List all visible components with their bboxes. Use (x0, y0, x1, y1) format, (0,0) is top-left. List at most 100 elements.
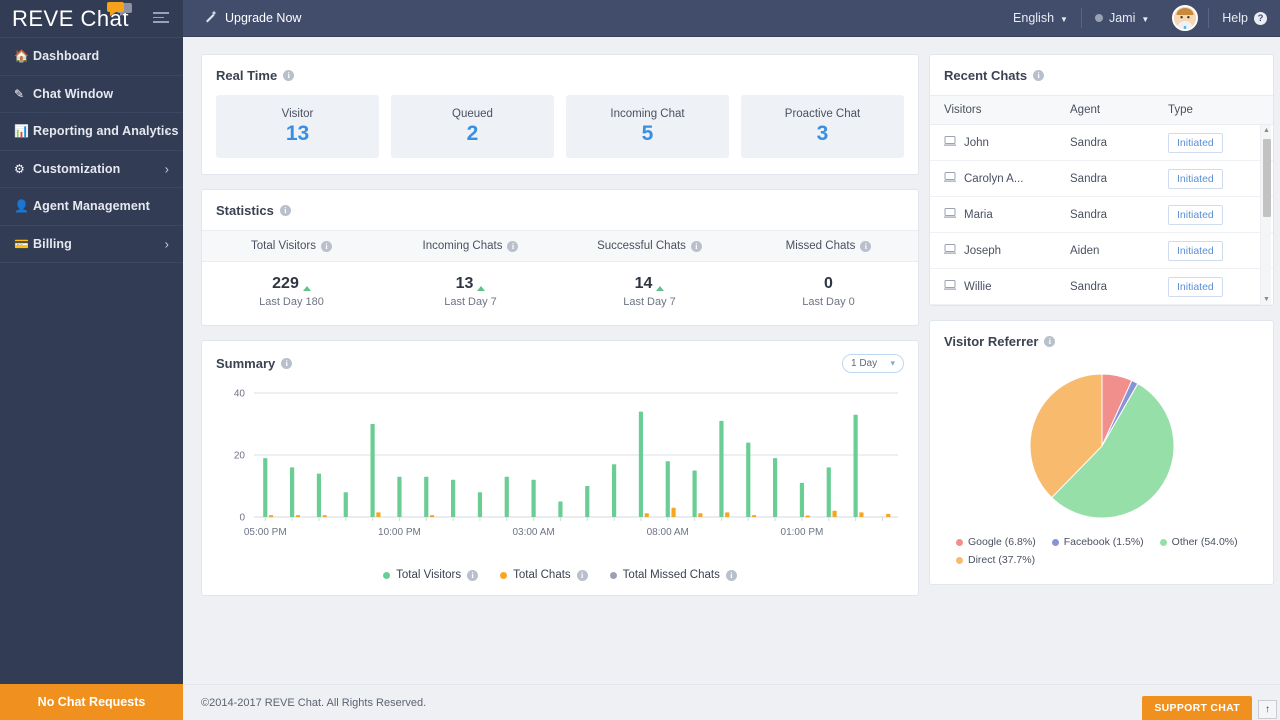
sidebar-item-customization[interactable]: ⚙ Customization › (0, 151, 183, 189)
table-row[interactable]: Willie Sandra Initiated (930, 269, 1273, 305)
legend-total-visitors[interactable]: Total Visitors i (383, 569, 478, 581)
language-label: English (1013, 11, 1054, 25)
recent-chats-title: Recent Chats i (930, 55, 1273, 95)
table-row[interactable]: Maria Sandra Initiated (930, 197, 1273, 233)
sidebar-item-chat-window[interactable]: ✎ Chat Window (0, 76, 183, 114)
info-icon[interactable]: i (726, 570, 737, 581)
table-row[interactable]: John Sandra Initiated (930, 125, 1273, 161)
avatar-button[interactable] (1162, 5, 1208, 31)
legend-label: Other (54.0%) (1172, 536, 1238, 548)
sidebar-item-billing[interactable]: 💳 Billing › (0, 226, 183, 264)
tile-label: Proactive Chat (785, 108, 860, 120)
table-row[interactable]: Joseph Aiden Initiated (930, 233, 1273, 269)
table-row[interactable]: Carolyn A... Sandra Initiated (930, 161, 1273, 197)
info-icon[interactable]: i (1044, 336, 1055, 347)
info-icon[interactable]: i (577, 570, 588, 581)
legend-label: Facebook (1.5%) (1064, 536, 1144, 548)
summary-header: Summary i 1 Day ▾ (202, 341, 918, 377)
scrollbar-thumb[interactable] (1263, 139, 1271, 217)
user-icon: 👤 (14, 199, 33, 213)
type-cell: Initiated (1168, 241, 1258, 261)
svg-text:20: 20 (234, 451, 246, 462)
credit-card-icon: 💳 (14, 237, 33, 251)
column-label: Incoming Chats (423, 240, 503, 252)
user-name-label: Jami (1109, 11, 1135, 25)
info-icon[interactable]: i (280, 205, 291, 216)
status-badge[interactable]: Initiated (1168, 169, 1223, 189)
agent-name: Sandra (1070, 209, 1168, 221)
info-icon[interactable]: i (281, 358, 292, 369)
visitor-name: Maria (964, 209, 993, 221)
sidebar-item-agent-management[interactable]: 👤 Agent Management (0, 188, 183, 226)
status-badge[interactable]: Initiated (1168, 205, 1223, 225)
sparkle-icon (205, 10, 218, 26)
real-time-tiles: Visitor 13 Queued 2 Incoming Chat 5 Pr (202, 95, 918, 174)
right-column: Recent Chats i Visitors Agent Type (929, 54, 1274, 610)
brand-logo[interactable]: REVE Chat (0, 0, 183, 37)
desktop-icon (944, 280, 956, 293)
legend-direct[interactable]: Direct (37.7%) (956, 554, 1035, 566)
legend-google[interactable]: Google (6.8%) (956, 536, 1036, 548)
info-icon[interactable]: i (467, 570, 478, 581)
real-time-card: Real Time i Visitor 13 Queued 2 (201, 54, 919, 175)
help-button[interactable]: Help ? (1209, 0, 1280, 37)
chevron-right-icon: › (165, 161, 169, 176)
visitor-cell: Willie (930, 280, 1070, 293)
statistics-col-total-visitors: Total Visitors i (202, 231, 381, 261)
legend-total-chats[interactable]: Total Chats i (500, 569, 588, 581)
no-chat-requests-status[interactable]: No Chat Requests (0, 684, 183, 720)
sidebar-item-reporting-and-analytics[interactable]: 📊 Reporting and Analytics › (0, 113, 183, 151)
info-icon[interactable]: i (283, 70, 294, 81)
info-icon[interactable]: i (321, 241, 332, 252)
language-selector[interactable]: English ▼ (1000, 0, 1081, 37)
info-icon[interactable]: i (1033, 70, 1044, 81)
arrow-up-icon[interactable]: ↑ (1258, 700, 1277, 719)
legend-color-dot (500, 572, 507, 579)
recent-chats-scrollbar[interactable]: ▲ ▼ (1260, 125, 1271, 305)
tile-queued[interactable]: Queued 2 (391, 95, 554, 158)
user-menu[interactable]: Jami ▼ (1082, 0, 1162, 37)
statistic-subtext: Last Day 0 (739, 296, 918, 308)
legend-other[interactable]: Other (54.0%) (1160, 536, 1238, 548)
info-icon[interactable]: i (860, 241, 871, 252)
chevron-down-icon: ▼ (1060, 15, 1068, 24)
tile-incoming-chat[interactable]: Incoming Chat 5 (566, 95, 729, 158)
statistic-value-wrap: 229 (202, 275, 381, 293)
tile-visitor[interactable]: Visitor 13 (216, 95, 379, 158)
upgrade-now-button[interactable]: Upgrade Now (205, 10, 301, 26)
visitor-cell: John (930, 136, 1070, 149)
visitor-cell: Maria (930, 208, 1070, 221)
desktop-icon (944, 244, 956, 257)
main-content: Real Time i Visitor 13 Queued 2 (183, 37, 1280, 684)
hamburger-icon[interactable] (153, 12, 169, 23)
sidebar-item-label: Customization (33, 162, 120, 176)
desktop-icon (944, 172, 956, 185)
legend-facebook[interactable]: Facebook (1.5%) (1052, 536, 1144, 548)
home-icon: 🏠 (14, 49, 33, 63)
support-chat-button[interactable]: SUPPORT CHAT (1142, 696, 1252, 720)
card-title-text: Visitor Referrer (944, 334, 1038, 349)
svg-text:10:00 PM: 10:00 PM (378, 527, 421, 538)
scroll-down-icon[interactable]: ▼ (1263, 296, 1270, 303)
visitor-cell: Carolyn A... (930, 172, 1070, 185)
time-range-dropdown[interactable]: 1 Day ▾ (842, 354, 904, 373)
statistics-cell: 229 Last Day 180 (202, 275, 381, 308)
info-icon[interactable]: i (691, 241, 702, 252)
sidebar-item-dashboard[interactable]: 🏠 Dashboard (0, 38, 183, 76)
visitor-cell: Joseph (930, 244, 1070, 257)
status-badge[interactable]: Initiated (1168, 277, 1223, 297)
tile-proactive-chat[interactable]: Proactive Chat 3 (741, 95, 904, 158)
scroll-up-icon[interactable]: ▲ (1263, 127, 1270, 134)
legend-label: Google (6.8%) (968, 536, 1036, 548)
time-range-label: 1 Day (851, 358, 877, 369)
statistics-title: Statistics i (202, 190, 918, 230)
type-cell: Initiated (1168, 205, 1258, 225)
status-badge[interactable]: Initiated (1168, 241, 1223, 261)
legend-total-missed-chats[interactable]: Total Missed Chats i (610, 569, 737, 581)
legend-color-dot (1160, 539, 1167, 546)
info-icon[interactable]: i (507, 241, 518, 252)
status-badge[interactable]: Initiated (1168, 133, 1223, 153)
statistic-value: 229 (272, 275, 299, 293)
svg-text:05:00 PM: 05:00 PM (244, 527, 287, 538)
statistics-cell: 14 Last Day 7 (560, 275, 739, 308)
